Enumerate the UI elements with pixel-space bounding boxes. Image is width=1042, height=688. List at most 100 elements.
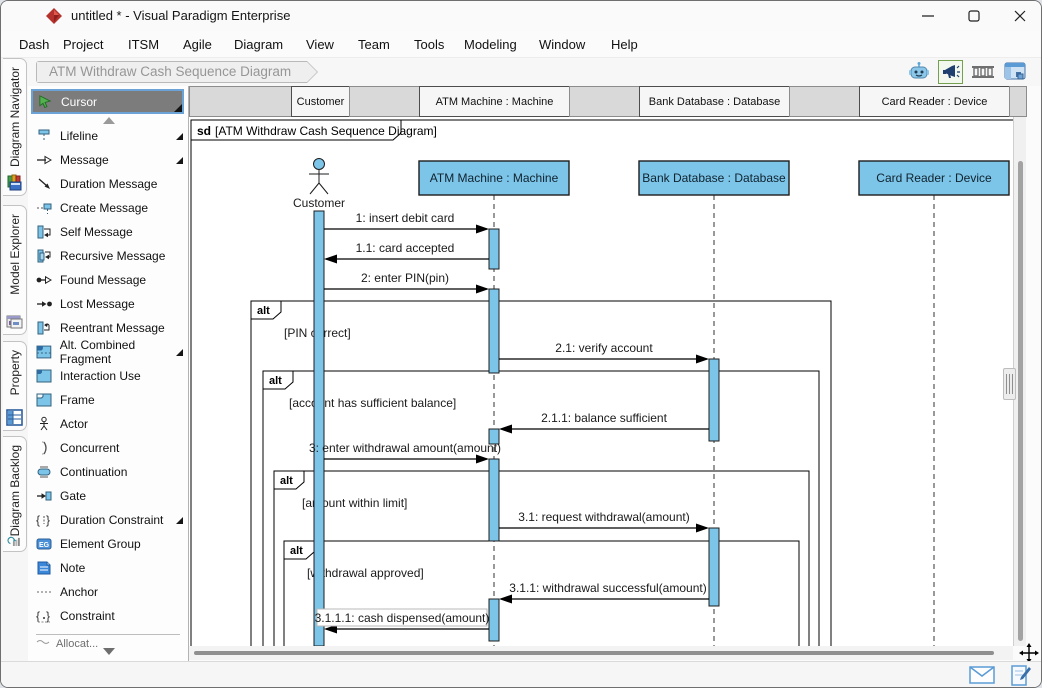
tab-diagram-backlog[interactable]: Diagram Backlog [3, 436, 27, 552]
lifeline-name: ATM Machine : Machine [430, 171, 559, 185]
close-button[interactable] [997, 1, 1042, 31]
palette-item-recursive-message[interactable]: Recursive Message [28, 244, 188, 268]
activation-bank-2 [709, 528, 719, 606]
palette-item-lost-message[interactable]: Lost Message [28, 292, 188, 316]
top-toolbar [906, 60, 1027, 84]
tool-palette: Cursor Lifeline Message [28, 86, 189, 661]
message-label: 1: insert debit card [356, 211, 455, 225]
actor-icon [36, 416, 52, 432]
fragment-operator: alt [290, 545, 303, 557]
horizontal-scrollbar-thumb[interactable] [194, 651, 994, 655]
palette-item-constraint[interactable]: { } Constraint [28, 604, 188, 628]
create-message-icon [36, 200, 52, 216]
actor-customer[interactable]: Customer [293, 159, 345, 211]
tab-diagram-navigator[interactable]: Diagram Navigator [3, 58, 27, 196]
palette-scroll-down[interactable] [28, 648, 189, 655]
header-tab-atm-machine[interactable]: ATM Machine : Machine [419, 86, 570, 117]
menu-window[interactable]: Window [539, 31, 585, 58]
palette-item-label: Lost Message [60, 297, 135, 311]
tab-property[interactable]: Property [3, 341, 27, 431]
palette-item-label: Actor [60, 417, 88, 431]
palette-item-frame[interactable]: Frame [28, 388, 188, 412]
app-window: untitled * - Visual Paradigm Enterprise … [0, 0, 1042, 688]
palette-item-gate[interactable]: Gate [28, 484, 188, 508]
panel-layout-icon[interactable] [1002, 60, 1027, 84]
window-title: untitled * - Visual Paradigm Enterprise [71, 1, 290, 31]
menu-agile[interactable]: Agile [183, 31, 212, 58]
lifeline-name: Bank Database : Database [642, 171, 786, 185]
menu-diagram[interactable]: Diagram [234, 31, 283, 58]
breadcrumb[interactable]: ATM Withdraw Cash Sequence Diagram [36, 61, 318, 83]
cursor-tool-label: Cursor [61, 95, 97, 109]
self-message-icon [36, 224, 52, 240]
lifeline-header-bar: Customer ATM Machine : Machine Bank Data… [189, 86, 1027, 117]
minimize-button[interactable] [905, 1, 951, 31]
storyboard-icon[interactable] [970, 60, 995, 84]
diagram-navigator-icon [6, 174, 23, 191]
palette-item-message[interactable]: Message [28, 148, 188, 172]
message-label: 2: enter PIN(pin) [361, 271, 449, 285]
palette-item-self-message[interactable]: Self Message [28, 220, 188, 244]
interaction-use-icon [36, 368, 52, 384]
palette-item-anchor[interactable]: Anchor [28, 580, 188, 604]
compose-note-icon[interactable] [1011, 664, 1031, 688]
palette-item-reentrant-message[interactable]: Reentrant Message [28, 316, 188, 340]
horizontal-scrollbar[interactable] [189, 646, 1013, 660]
breadcrumb-label: ATM Withdraw Cash Sequence Diagram [37, 62, 317, 82]
message-labels: 1: insert debit card 1.1: card accepted … [309, 211, 707, 625]
palette-item-clipped[interactable]: Allocat... [36, 638, 180, 647]
frame-icon [36, 392, 52, 408]
palette-item-continuation[interactable]: Continuation [28, 460, 188, 484]
palette-item-note[interactable]: Note [28, 556, 188, 580]
menu-dash[interactable]: Dash [19, 31, 49, 58]
palette-item-interaction-use[interactable]: Interaction Use [28, 364, 188, 388]
activation-atm-1 [489, 229, 499, 269]
menu-team[interactable]: Team [358, 31, 390, 58]
anchor-icon [36, 584, 52, 600]
palette-item-duration-constraint[interactable]: { } Duration Constraint [28, 508, 188, 532]
palette-item-actor[interactable]: Actor [28, 412, 188, 436]
palette-list: Lifeline Message Duration Message [28, 124, 188, 628]
palette-item-create-message[interactable]: Create Message [28, 196, 188, 220]
palette-item-found-message[interactable]: Found Message [28, 268, 188, 292]
message-icon [36, 152, 52, 168]
menu-view[interactable]: View [306, 31, 334, 58]
lost-message-icon [36, 296, 52, 312]
lifeline-heads[interactable]: ATM Machine : Machine Bank Database : Da… [419, 161, 1009, 195]
actor-label: Customer [293, 196, 345, 210]
palette-item-element-group[interactable]: EG Element Group [28, 532, 188, 556]
menu-itsm[interactable]: ITSM [128, 31, 159, 58]
maximize-button[interactable] [951, 1, 997, 31]
ai-assistant-robot-icon[interactable] [906, 60, 931, 84]
mail-icon[interactable] [969, 666, 995, 688]
header-tab-customer[interactable]: Customer [291, 86, 350, 117]
sequence-diagram-canvas[interactable]: sd [ATM Withdraw Cash Sequence Diagram] … [189, 117, 1013, 646]
duration-message-icon [36, 176, 52, 192]
palette-item-label: Duration Constraint [60, 513, 163, 527]
tab-model-explorer[interactable]: Model Explorer [3, 205, 27, 335]
flyout-arrow-icon [176, 349, 183, 356]
menu-modeling[interactable]: Modeling [464, 31, 517, 58]
panel-splitter-grip[interactable] [1003, 368, 1016, 400]
header-tab-card-reader[interactable]: Card Reader : Device [859, 86, 1010, 117]
fragment-operator: alt [257, 305, 270, 317]
palette-item-lifeline[interactable]: Lifeline [28, 124, 188, 148]
palette-item-label: Duration Message [60, 177, 157, 191]
palette-item-concurrent[interactable]: Concurrent [28, 436, 188, 460]
palette-item-label: Continuation [60, 465, 127, 479]
vertical-scrollbar-thumb[interactable] [1018, 161, 1023, 641]
frame-keyword: sd [197, 124, 211, 138]
message-label: 3.1.1: withdrawal successful(amount) [509, 581, 706, 595]
message-label: 2.1: verify account [555, 341, 653, 355]
menu-help[interactable]: Help [611, 31, 638, 58]
fragment-operator: alt [269, 375, 282, 387]
announcement-megaphone-icon[interactable] [938, 60, 963, 84]
header-segment [1009, 86, 1027, 117]
palette-item-duration-message[interactable]: Duration Message [28, 172, 188, 196]
palette-item-alt-combined-fragment[interactable]: Alt. Combined Fragment [28, 340, 188, 364]
header-tab-bank-database[interactable]: Bank Database : Database [639, 86, 790, 117]
cursor-tool-selected[interactable]: Cursor [31, 89, 184, 114]
palette-item-label: Gate [60, 489, 86, 503]
menu-project[interactable]: Project [63, 31, 103, 58]
menu-tools[interactable]: Tools [414, 31, 444, 58]
